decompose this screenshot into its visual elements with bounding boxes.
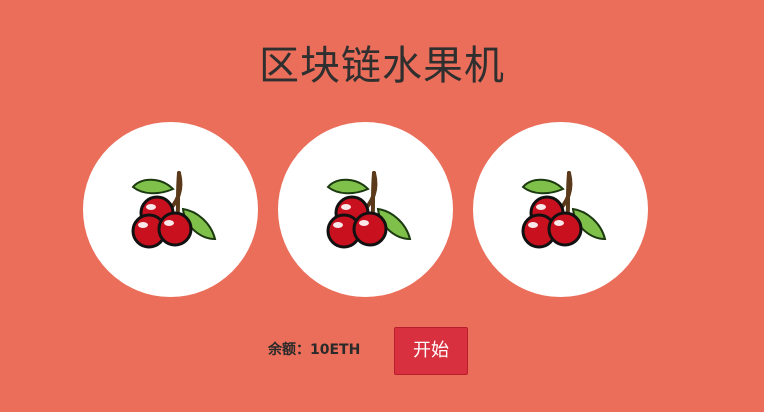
reel-2	[278, 122, 453, 297]
page-title: 区块链水果机	[259, 43, 505, 89]
balance-label: 余额：10ETH	[268, 342, 361, 358]
cherry-icon	[131, 170, 216, 248]
reel-1	[83, 122, 258, 297]
start-button[interactable]: 开始	[394, 327, 468, 375]
cherry-icon	[521, 170, 606, 248]
cherry-icon	[326, 170, 411, 248]
reel-3	[473, 122, 648, 297]
